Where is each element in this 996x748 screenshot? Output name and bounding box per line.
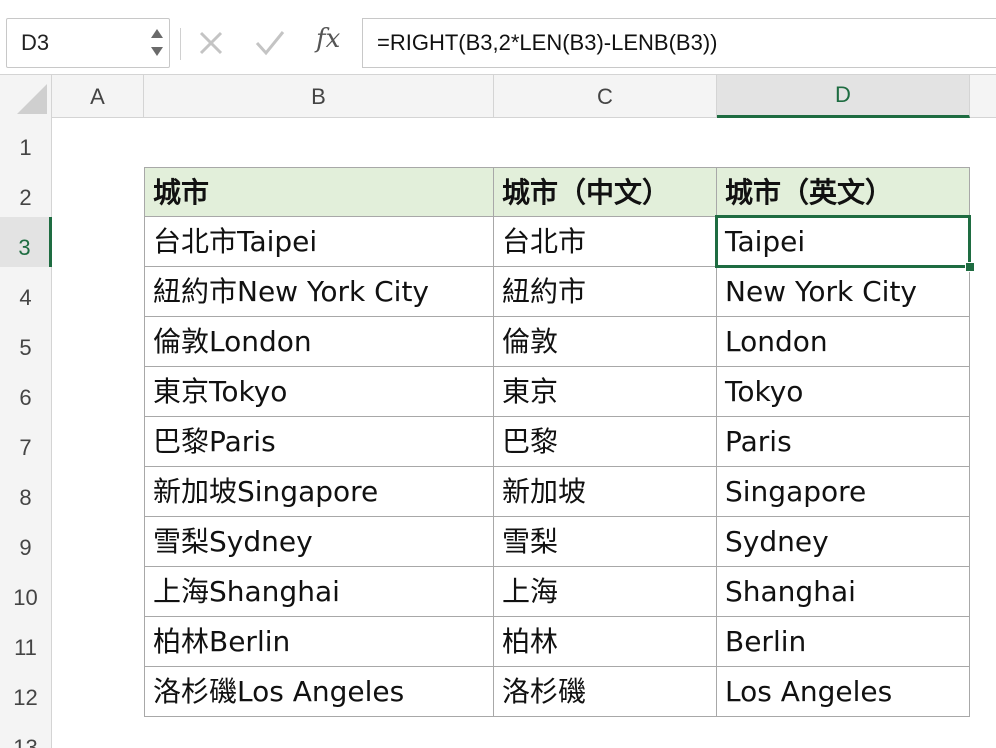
- arrow-up-icon[interactable]: [151, 29, 163, 38]
- cell-b6[interactable]: 東京Tokyo: [144, 367, 494, 417]
- cell-c8[interactable]: 新加坡: [494, 467, 717, 517]
- cell-b11[interactable]: 柏林Berlin: [144, 617, 494, 667]
- row-header-8[interactable]: 8: [0, 467, 51, 517]
- row-header-12[interactable]: 12: [0, 667, 51, 717]
- cell-b4[interactable]: 紐約市New York City: [144, 267, 494, 317]
- arrow-down-icon[interactable]: [151, 47, 163, 56]
- row-header-1[interactable]: 1: [0, 117, 51, 167]
- cell-b12[interactable]: 洛杉磯Los Angeles: [144, 667, 494, 717]
- column-header-a[interactable]: A: [52, 75, 144, 118]
- cell-b7[interactable]: 巴黎Paris: [144, 417, 494, 467]
- select-all-icon: [17, 84, 47, 114]
- spreadsheet-grid: A B C D 1 2 3 4 5 6 7 8 9 10 11 12 13 城市…: [0, 74, 996, 748]
- cell-d3[interactable]: Taipei: [717, 217, 970, 267]
- cell-d6[interactable]: Tokyo: [717, 367, 970, 417]
- column-header-row: A B C D: [0, 74, 996, 118]
- cell-d5[interactable]: London: [717, 317, 970, 367]
- row-header-11[interactable]: 11: [0, 617, 51, 667]
- name-box[interactable]: D3: [6, 18, 170, 68]
- cell-c2[interactable]: 城市（中文）: [494, 167, 717, 217]
- cell-c7[interactable]: 巴黎: [494, 417, 717, 467]
- cell-b2[interactable]: 城市: [144, 167, 494, 217]
- cell-c3[interactable]: 台北市: [494, 217, 717, 267]
- row-header-column: 1 2 3 4 5 6 7 8 9 10 11 12 13: [0, 117, 52, 748]
- cell-b8[interactable]: 新加坡Singapore: [144, 467, 494, 517]
- cell-d4[interactable]: New York City: [717, 267, 970, 317]
- formula-bar-divider: [180, 28, 181, 60]
- name-box-value: D3: [21, 30, 50, 55]
- formula-bar: D3 fx =RIGHT(B3,2*LEN(B3)-LENB(B3)): [0, 0, 996, 74]
- row-header-2[interactable]: 2: [0, 167, 51, 217]
- column-header-c[interactable]: C: [494, 75, 717, 118]
- cell-c12[interactable]: 洛杉磯: [494, 667, 717, 717]
- cell-d10[interactable]: Shanghai: [717, 567, 970, 617]
- cell-d9[interactable]: Sydney: [717, 517, 970, 567]
- cancel-icon[interactable]: [196, 28, 226, 58]
- row-header-7[interactable]: 7: [0, 417, 51, 467]
- column-header-d[interactable]: D: [717, 75, 970, 118]
- row-header-13[interactable]: 13: [0, 717, 51, 748]
- cell-c4[interactable]: 紐約市: [494, 267, 717, 317]
- cell-c11[interactable]: 柏林: [494, 617, 717, 667]
- row-header-6[interactable]: 6: [0, 367, 51, 417]
- cell-b3[interactable]: 台北市Taipei: [144, 217, 494, 267]
- cell-c9[interactable]: 雪梨: [494, 517, 717, 567]
- cell-d12[interactable]: Los Angeles: [717, 667, 970, 717]
- cell-b10[interactable]: 上海Shanghai: [144, 567, 494, 617]
- cell-b5[interactable]: 倫敦London: [144, 317, 494, 367]
- row-header-9[interactable]: 9: [0, 517, 51, 567]
- formula-text: =RIGHT(B3,2*LEN(B3)-LENB(B3)): [377, 30, 718, 55]
- cell-c5[interactable]: 倫敦: [494, 317, 717, 367]
- row-header-10[interactable]: 10: [0, 567, 51, 617]
- cell-d7[interactable]: Paris: [717, 417, 970, 467]
- cell-d2[interactable]: 城市（英文）: [717, 167, 970, 217]
- cell-c10[interactable]: 上海: [494, 567, 717, 617]
- confirm-icon[interactable]: [254, 28, 286, 58]
- formula-input[interactable]: =RIGHT(B3,2*LEN(B3)-LENB(B3)): [362, 18, 996, 68]
- fill-handle[interactable]: [965, 262, 975, 272]
- row-header-4[interactable]: 4: [0, 267, 51, 317]
- select-all-corner[interactable]: [0, 75, 52, 118]
- cell-d11[interactable]: Berlin: [717, 617, 970, 667]
- row-header-3[interactable]: 3: [0, 217, 52, 267]
- cell-b9[interactable]: 雪梨Sydney: [144, 517, 494, 567]
- row-header-5[interactable]: 5: [0, 317, 51, 367]
- column-header-b[interactable]: B: [144, 75, 494, 118]
- name-box-stepper-icon[interactable]: [149, 25, 165, 61]
- cell-d8[interactable]: Singapore: [717, 467, 970, 517]
- cell-c6[interactable]: 東京: [494, 367, 717, 417]
- insert-function-icon[interactable]: fx: [316, 24, 340, 54]
